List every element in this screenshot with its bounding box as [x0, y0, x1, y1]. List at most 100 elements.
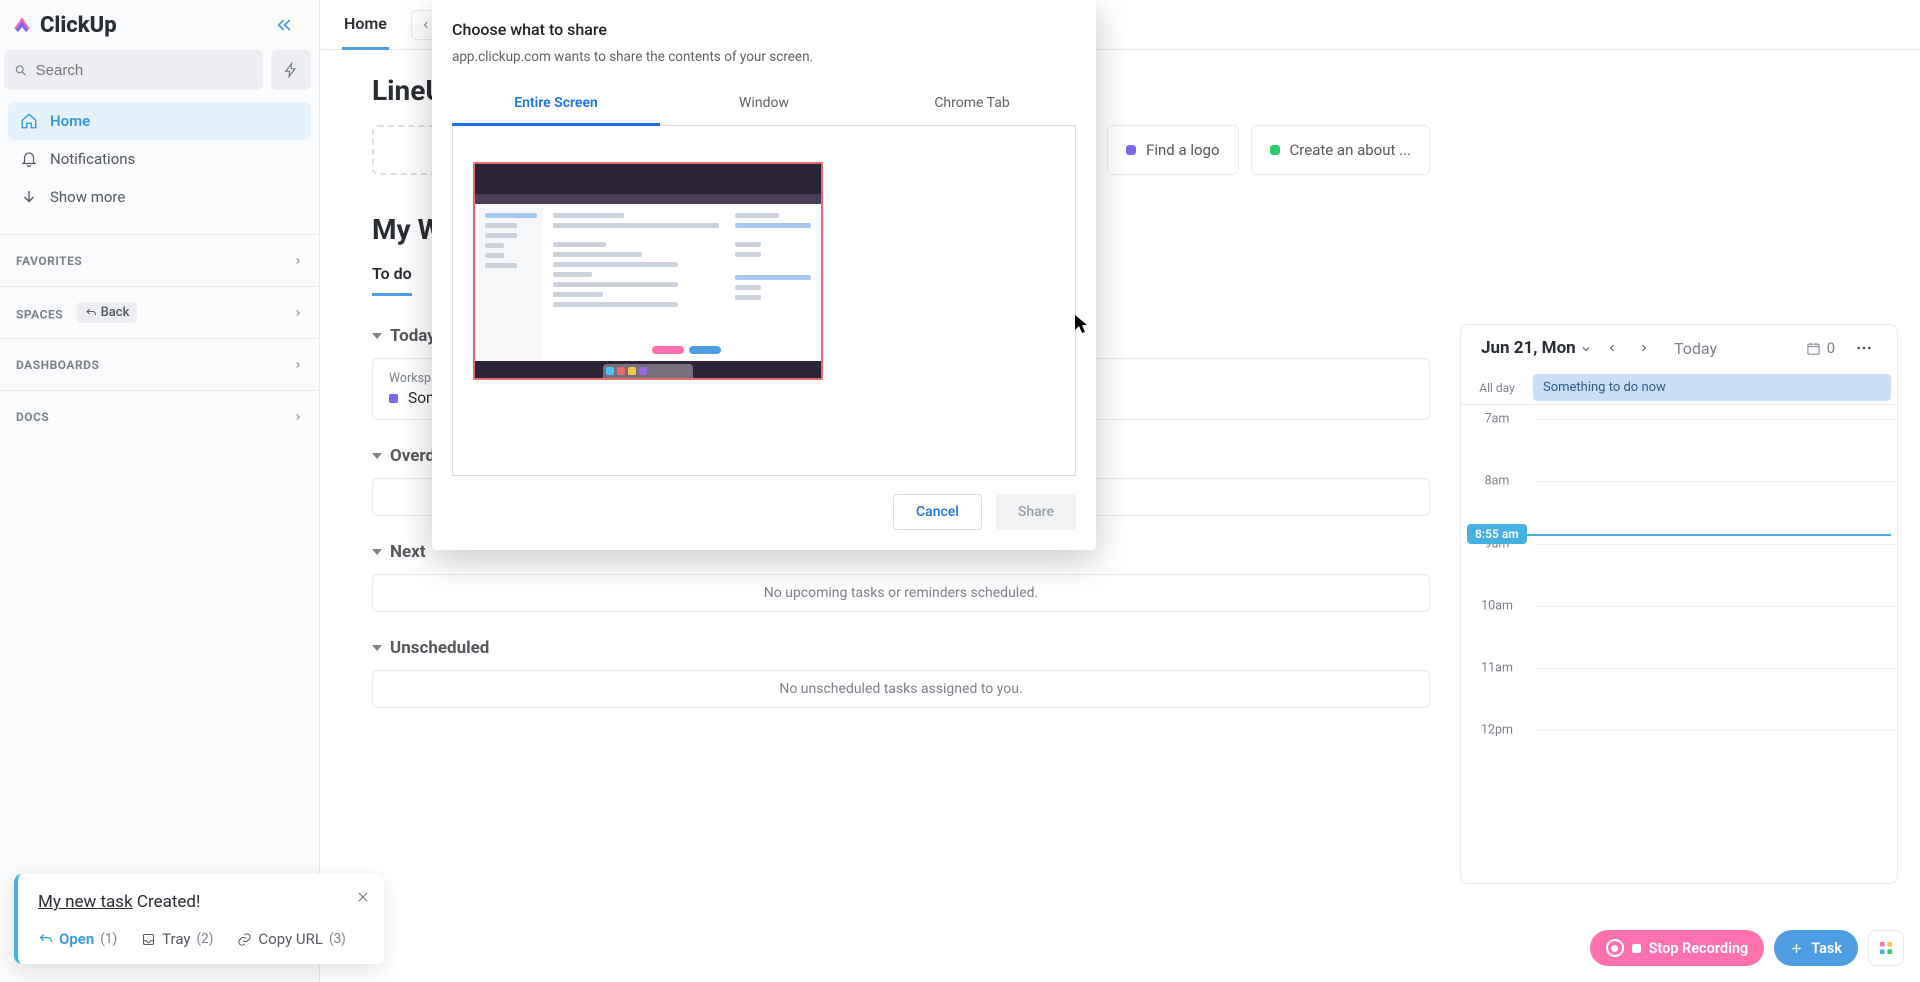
- chevron-right-icon: [1638, 342, 1650, 354]
- link-icon: [237, 932, 252, 947]
- nav-show-more[interactable]: Show more: [8, 178, 311, 216]
- section-favorites[interactable]: FAVORITES: [0, 234, 319, 286]
- calendar-pane: Jun 21, Mon Today 0 All day Something to…: [1460, 50, 1920, 982]
- dialog-buttons: Cancel Share: [452, 494, 1076, 530]
- chevron-down-icon: [20, 188, 38, 206]
- calendar-date[interactable]: Jun 21, Mon: [1481, 338, 1592, 358]
- reply-icon: [38, 932, 53, 947]
- chevron-left-icon: [1606, 342, 1618, 354]
- nav-label: Home: [50, 112, 90, 130]
- toast-open[interactable]: Open(1): [38, 930, 117, 948]
- toast-task-created: My new task Created! Open(1) Tray(2) Cop…: [14, 874, 384, 964]
- status-dot-icon: [1270, 145, 1280, 155]
- dialog-title: Choose what to share: [452, 20, 1076, 39]
- chip-label: Find a logo: [1146, 141, 1219, 159]
- record-icon: [1606, 939, 1624, 957]
- allday-row: All day Something to do now: [1461, 371, 1897, 405]
- subtab-todo[interactable]: To do: [372, 264, 412, 296]
- brand-name: ClickUp: [40, 13, 117, 38]
- nav-label: Notifications: [50, 150, 135, 168]
- chevron-right-icon: [293, 308, 303, 318]
- lineup-chip[interactable]: Create an about ...: [1251, 125, 1430, 175]
- chevron-left-icon: [420, 19, 432, 31]
- thumb-area: [452, 126, 1076, 476]
- apps-button[interactable]: [1868, 930, 1904, 966]
- caret-down-icon: [372, 453, 382, 459]
- group-unscheduled[interactable]: Unscheduled: [372, 638, 1430, 658]
- calendar-header: Jun 21, Mon Today 0: [1461, 325, 1897, 371]
- new-task-button[interactable]: Task: [1774, 930, 1858, 966]
- chevron-down-icon: [1580, 343, 1592, 355]
- allday-event[interactable]: Something to do now: [1533, 374, 1891, 401]
- status-dot-icon: [389, 394, 398, 403]
- toast-close[interactable]: [356, 888, 370, 909]
- unscheduled-empty: No unscheduled tasks assigned to you.: [372, 670, 1430, 708]
- stop-recording-button[interactable]: Stop Recording: [1590, 930, 1765, 966]
- section-label: DASHBOARDS: [16, 358, 99, 372]
- screen-thumbnail[interactable]: [473, 162, 823, 380]
- tray-icon: [141, 932, 156, 947]
- caret-down-icon: [372, 549, 382, 555]
- allday-label: All day: [1461, 371, 1533, 404]
- clickup-logo[interactable]: ClickUp: [10, 13, 117, 38]
- share-button[interactable]: Share: [996, 494, 1076, 530]
- search-input[interactable]: [36, 62, 253, 79]
- chevron-right-icon: [293, 412, 303, 422]
- toast-task-name[interactable]: My new task: [38, 892, 133, 912]
- back-chip[interactable]: Back: [77, 302, 138, 323]
- screen-share-dialog: Choose what to share app.clickup.com wan…: [432, 0, 1096, 550]
- nav-notifications[interactable]: Notifications: [8, 140, 311, 178]
- tab-chrome-tab[interactable]: Chrome Tab: [868, 81, 1076, 125]
- logo-row: ClickUp: [0, 0, 319, 50]
- search-box[interactable]: [4, 50, 263, 90]
- dialog-subtitle: app.clickup.com wants to share the conte…: [452, 49, 1076, 65]
- tab-window[interactable]: Window: [660, 81, 868, 125]
- nav-home[interactable]: Home: [8, 102, 311, 140]
- cal-prev[interactable]: [1600, 336, 1624, 360]
- bell-icon: [20, 150, 38, 168]
- apps-grid-icon: [1878, 940, 1894, 956]
- status-dot-icon: [1126, 145, 1136, 155]
- calendar: Jun 21, Mon Today 0 All day Something to…: [1460, 324, 1898, 884]
- time-label: 7am: [1461, 412, 1533, 427]
- chevron-right-icon: [293, 360, 303, 370]
- undo-icon: [85, 307, 97, 319]
- chip-label: Create an about ...: [1290, 141, 1411, 159]
- plus-icon: [1790, 942, 1803, 955]
- chevron-double-left-icon: [275, 16, 293, 34]
- tab-entire-screen[interactable]: Entire Screen: [452, 81, 660, 125]
- lineup-chip[interactable]: Find a logo: [1107, 125, 1238, 175]
- section-dashboards[interactable]: DASHBOARDS: [0, 338, 319, 390]
- tab-home[interactable]: Home: [342, 0, 389, 50]
- collapse-sidebar-button[interactable]: [267, 8, 301, 42]
- caret-down-icon: [372, 645, 382, 651]
- time-label: 12pm: [1461, 723, 1533, 738]
- time-column[interactable]: 7am8am9am10am11am12pm8:55 am: [1461, 405, 1897, 883]
- toast-actions: Open(1) Tray(2) Copy URL(3): [38, 930, 364, 948]
- cal-unscheduled[interactable]: 0: [1806, 339, 1835, 357]
- next-empty: No upcoming tasks or reminders scheduled…: [372, 574, 1430, 612]
- cal-next[interactable]: [1632, 336, 1656, 360]
- nav-label: Show more: [50, 188, 125, 206]
- cancel-button[interactable]: Cancel: [893, 494, 982, 530]
- close-icon: [356, 890, 370, 904]
- now-indicator: 8:55 am: [1467, 524, 1527, 544]
- section-spaces[interactable]: SPACES Back: [0, 286, 319, 338]
- section-docs[interactable]: DOCS: [0, 390, 319, 442]
- clickup-icon: [10, 13, 34, 37]
- time-label: 10am: [1461, 598, 1533, 613]
- toast-tray[interactable]: Tray(2): [141, 930, 213, 948]
- cal-more[interactable]: [1851, 335, 1877, 361]
- toast-copy-url[interactable]: Copy URL(3): [237, 930, 345, 948]
- toast-title: My new task Created!: [38, 892, 364, 912]
- dialog-tabs: Entire Screen Window Chrome Tab: [452, 81, 1076, 126]
- search-row: [4, 50, 319, 98]
- bolt-icon: [283, 62, 299, 78]
- quick-action-button[interactable]: [271, 50, 311, 90]
- time-label: 11am: [1461, 660, 1533, 675]
- bottom-right-controls: Stop Recording Task: [1590, 930, 1904, 966]
- home-icon: [20, 112, 38, 130]
- section-label: DOCS: [16, 410, 49, 424]
- nav-list: Home Notifications Show more: [0, 98, 319, 220]
- cal-today-btn[interactable]: Today: [1674, 339, 1717, 358]
